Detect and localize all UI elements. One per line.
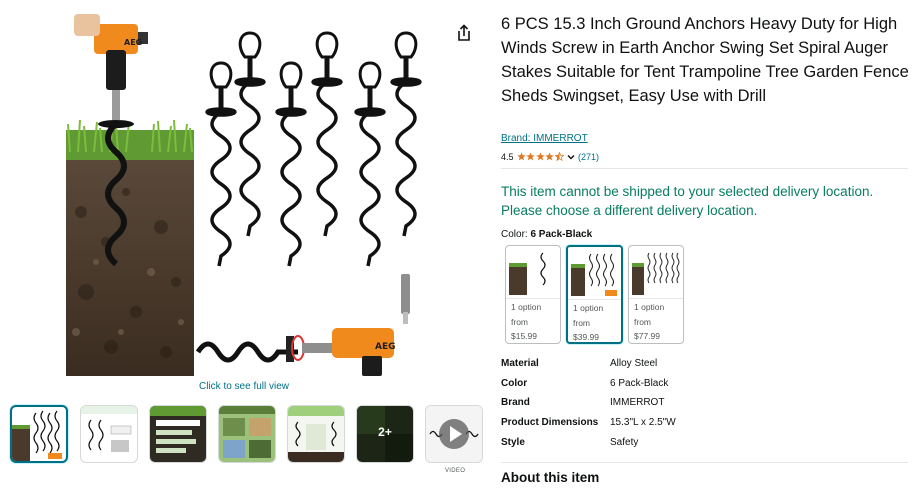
spec-key: Style — [501, 437, 525, 448]
star-icon — [535, 152, 545, 161]
shipping-unavailable-message: This item cannot be shipped to your sele… — [501, 184, 874, 218]
spec-value: Safety — [610, 437, 639, 448]
swatch-image — [632, 252, 680, 295]
video-label: VIDEO — [445, 468, 466, 474]
thumbnail-3[interactable] — [149, 405, 207, 463]
see-full-view-link[interactable]: Click to see full view — [199, 381, 289, 392]
thumbnail-video[interactable] — [425, 405, 483, 463]
swatch-divider — [506, 298, 560, 299]
thumbnail-5[interactable] — [287, 405, 345, 463]
spec-value: 6 Pack-Black — [610, 378, 669, 389]
divider — [501, 168, 908, 169]
swatch-image — [571, 253, 617, 296]
main-product-image[interactable]: AEG AEG — [66, 12, 430, 376]
rating-row[interactable]: 4.5 (271) — [501, 150, 599, 163]
thumbnail-more[interactable]: 2+ — [356, 405, 414, 463]
swatch-price: $77.99 — [634, 331, 660, 341]
star-icon — [526, 152, 535, 161]
spec-value: Alloy Steel — [610, 358, 658, 369]
drill-brand-text: AEG — [124, 38, 142, 47]
star-icon — [516, 152, 526, 161]
color-label-prefix: Color: — [501, 229, 528, 240]
spec-key: Material — [501, 358, 539, 369]
thumbnail-4[interactable] — [218, 405, 276, 463]
star-icon — [545, 152, 554, 161]
swatch-option-count: 1 option — [511, 302, 542, 312]
swatch-price: $39.99 — [573, 332, 599, 342]
more-images-count: 2+ — [378, 425, 392, 439]
product-title: 6 PCS 15.3 Inch Ground Anchors Heavy Dut… — [501, 15, 909, 105]
swatch-divider — [629, 298, 683, 299]
swatch-option-count: 1 option — [573, 303, 604, 313]
divider — [501, 462, 908, 463]
color-label: Color: 6 Pack-Black — [501, 229, 592, 240]
drill-brand-text-2: AEG — [375, 342, 396, 352]
spec-key: Product Dimensions — [501, 417, 599, 428]
swatch-from: from — [573, 317, 590, 328]
swatch-text: 1 option from $39.99 — [573, 301, 604, 342]
thumbnail-strip: 2+ VIDEO — [10, 405, 490, 485]
swatch-divider — [568, 299, 621, 300]
brand-link[interactable]: Brand: IMMERROT — [501, 133, 588, 144]
thumbnail-2[interactable] — [80, 405, 138, 463]
selected-color-value: 6 Pack-Black — [530, 229, 593, 240]
spec-value: 15.3"L x 2.5"W — [610, 417, 676, 428]
swatch-price: $15.99 — [511, 331, 537, 341]
spec-key: Color — [501, 378, 528, 389]
spec-key: Brand — [501, 397, 530, 408]
product-photo: AEG AEG — [66, 12, 422, 376]
color-swatch-3[interactable]: 1 option from $77.99 — [628, 245, 684, 344]
rating-count-link[interactable]: (271) — [578, 152, 599, 162]
color-swatch-2[interactable]: 1 option from $39.99 — [566, 245, 623, 344]
swatch-from: from — [511, 316, 528, 327]
share-icon[interactable] — [456, 24, 472, 42]
star-half-icon — [554, 152, 564, 161]
chevron-down-icon[interactable] — [567, 153, 575, 161]
thumbnail-1[interactable] — [10, 405, 68, 463]
color-swatch-1[interactable]: 1 option from $15.99 — [505, 245, 561, 344]
about-this-item-heading: About this item — [501, 470, 600, 485]
swatch-text: 1 option from $77.99 — [634, 300, 665, 343]
rating-value: 4.5 — [501, 151, 514, 162]
rating-stars[interactable] — [516, 152, 565, 161]
swatch-from: from — [634, 316, 651, 327]
swatch-image — [509, 252, 546, 295]
swatch-text: 1 option from $15.99 — [511, 300, 542, 343]
spec-value: IMMERROT — [610, 397, 665, 408]
swatch-option-count: 1 option — [634, 302, 665, 312]
